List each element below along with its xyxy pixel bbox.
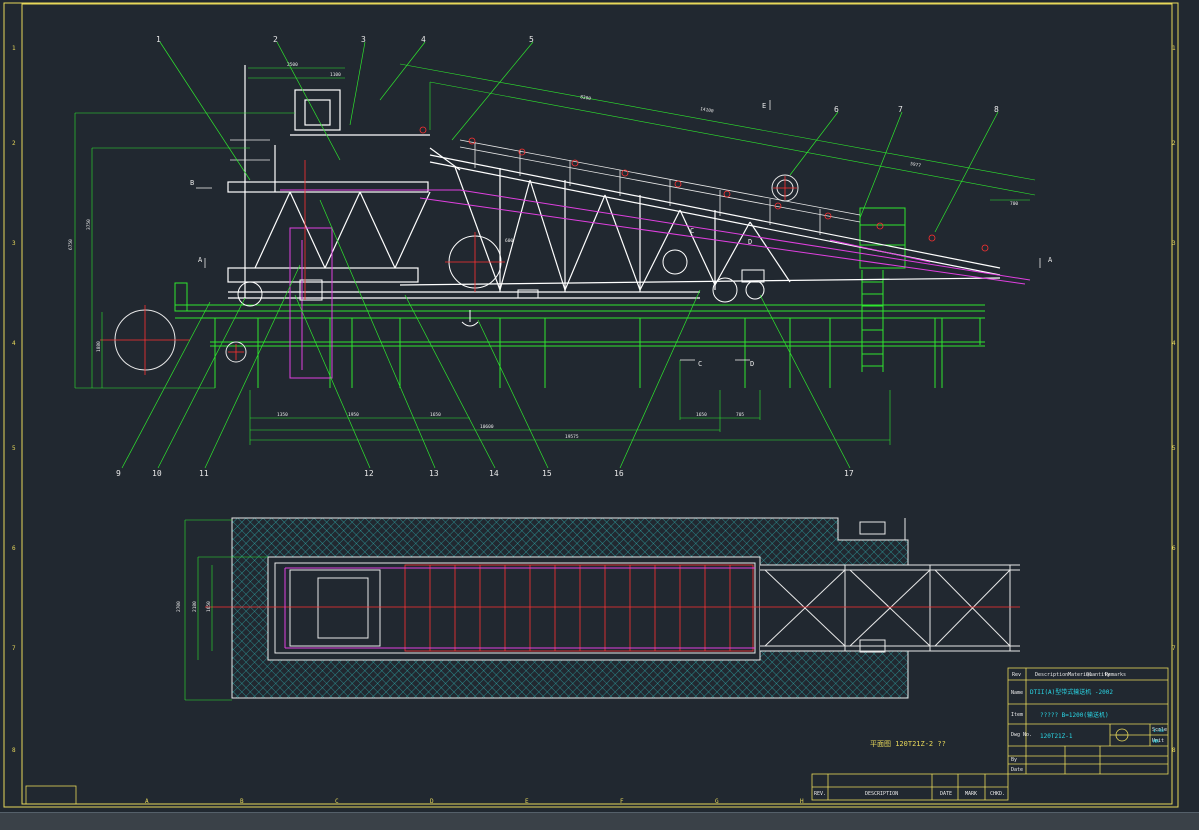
svg-text:By: By (1011, 757, 1017, 763)
svg-text:5: 5 (12, 445, 16, 452)
svg-text:H: H (800, 798, 804, 805)
svg-text:E: E (762, 102, 766, 110)
svg-text:Description: Description (1035, 672, 1068, 678)
svg-text:6: 6 (1172, 545, 1176, 552)
svg-text:2: 2 (12, 140, 16, 147)
svg-text:Name: Name (1011, 690, 1023, 696)
svg-text:600: 600 (505, 238, 513, 244)
svg-text:6: 6 (12, 545, 16, 552)
svg-text:2: 2 (1172, 140, 1176, 147)
svg-text:1350: 1350 (277, 412, 288, 418)
svg-text:1950: 1950 (348, 412, 359, 418)
svg-text:8: 8 (12, 747, 16, 754)
svg-text:B: B (240, 798, 244, 805)
plan-caption: 平面图 120T21Z-2 ?? (870, 740, 946, 748)
svg-text:DATE: DATE (940, 791, 952, 797)
svg-text:Rev: Rev (1012, 672, 1021, 678)
balloon-14: 14 (489, 469, 499, 478)
svg-text:DESCRIPTION: DESCRIPTION (865, 791, 898, 797)
balloon-8: 8 (994, 105, 999, 114)
svg-text:Item: Item (1011, 712, 1023, 718)
balloon-6: 6 (834, 105, 839, 114)
balloon-16: 16 (614, 469, 624, 478)
svg-text:REV.: REV. (814, 791, 826, 797)
svg-text:10600: 10600 (480, 424, 494, 430)
svg-text:C: C (335, 798, 339, 805)
svg-text:CHKD.: CHKD. (990, 791, 1005, 797)
svg-text:G: G (715, 798, 719, 805)
svg-text:D: D (430, 798, 434, 805)
svg-text:C: C (690, 227, 694, 235)
svg-text:5: 5 (1172, 445, 1176, 452)
svg-text:1:30: 1:30 (1153, 728, 1164, 734)
svg-text:8: 8 (1172, 747, 1176, 754)
balloon-10: 10 (152, 469, 162, 478)
svg-text:4: 4 (12, 340, 16, 347)
balloon-15: 15 (542, 469, 552, 478)
svg-text:1880: 1880 (96, 341, 102, 352)
balloon-11: 11 (199, 469, 209, 478)
status-bar (0, 812, 1199, 830)
svg-text:MM: MM (1153, 739, 1159, 745)
svg-text:6750: 6750 (68, 239, 74, 250)
svg-text:B: B (190, 179, 194, 187)
balloon-2: 2 (273, 35, 278, 44)
balloon-1: 1 (156, 35, 161, 44)
svg-text:2180: 2180 (192, 601, 198, 612)
svg-text:7: 7 (1172, 645, 1176, 652)
svg-text:A: A (145, 798, 149, 805)
svg-text:C: C (698, 360, 702, 368)
svg-text:3750: 3750 (86, 219, 92, 230)
svg-text:D: D (750, 360, 754, 368)
svg-text:19575: 19575 (565, 434, 579, 440)
dwg-number: 120T21Z-1 (1040, 733, 1073, 740)
balloon-4: 4 (421, 35, 426, 44)
svg-text:1650: 1650 (430, 412, 441, 418)
svg-text:1650: 1650 (696, 412, 707, 418)
svg-text:E: E (525, 798, 529, 805)
balloon-7: 7 (898, 105, 903, 114)
svg-text:3: 3 (12, 240, 16, 247)
balloon-5: 5 (529, 35, 534, 44)
svg-text:1100: 1100 (330, 72, 341, 78)
svg-text:1: 1 (1172, 45, 1176, 52)
svg-text:4: 4 (1172, 340, 1176, 347)
svg-text:Dwg No.: Dwg No. (1011, 732, 1032, 738)
svg-text:7: 7 (12, 645, 16, 652)
balloon-3: 3 (361, 35, 366, 44)
svg-text:2500: 2500 (287, 62, 298, 68)
svg-text:F: F (620, 798, 624, 805)
svg-text:3: 3 (1172, 240, 1176, 247)
balloon-12: 12 (364, 469, 374, 478)
svg-text:1: 1 (12, 45, 16, 52)
balloon-13: 13 (429, 469, 439, 478)
svg-text:1650: 1650 (206, 601, 212, 612)
balloon-9: 9 (116, 469, 121, 478)
balloon-17: 17 (844, 469, 854, 478)
svg-text:Remarks: Remarks (1105, 672, 1126, 678)
svg-text:D: D (748, 238, 752, 246)
svg-text:700: 700 (1010, 201, 1018, 207)
cad-drawing-canvas[interactable]: A B C D E F G H 1 2 3 4 5 6 7 8 1 2 3 4 … (0, 0, 1199, 812)
svg-text:2700: 2700 (176, 601, 182, 612)
title-item: ????? B=1200(输送机) (1040, 711, 1109, 719)
svg-text:MARK: MARK (965, 791, 977, 797)
svg-text:705: 705 (736, 412, 744, 418)
title-name: DTII(A)型带式输送机 -2002 (1030, 688, 1113, 696)
svg-text:Date: Date (1011, 767, 1023, 773)
